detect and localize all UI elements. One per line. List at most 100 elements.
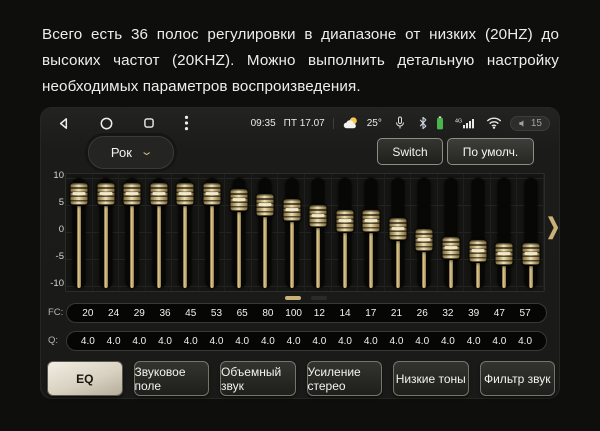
q-value: 4.0 (101, 336, 127, 347)
slider-fill (77, 194, 81, 288)
slider-thumb[interactable] (71, 183, 88, 205)
scale-label: 5 (42, 198, 64, 208)
slider-thumb[interactable] (416, 229, 433, 251)
date-text: ПТ 17.07 (284, 118, 325, 129)
q-value: 4.0 (152, 336, 178, 347)
slider-thumb[interactable] (124, 183, 141, 205)
eq-band-slider[interactable] (385, 174, 412, 291)
eq-band-slider[interactable] (146, 174, 173, 291)
tab-eq[interactable]: EQ (47, 361, 123, 396)
fc-value: 100 (281, 308, 307, 319)
eq-band-slider[interactable] (66, 174, 93, 291)
page-dot-inactive[interactable] (311, 296, 327, 300)
bottom-tab-bar: EQ Звуковое поле Объемный звук Усиление сте… (47, 361, 555, 396)
tab-усиление-стерео[interactable]: Усиление стерео (307, 361, 383, 396)
eq-band-slider[interactable] (464, 174, 491, 291)
slider-thumb[interactable] (97, 183, 114, 205)
fc-value: 20 (75, 308, 101, 319)
eq-band-slider[interactable] (358, 174, 385, 291)
default-button[interactable]: По умолч. (447, 138, 534, 165)
eq-band-slider[interactable] (93, 174, 120, 291)
slider-thumb[interactable] (150, 183, 167, 205)
wifi-icon (486, 117, 502, 129)
q-value: 4.0 (281, 336, 307, 347)
fc-value: 32 (435, 308, 461, 319)
q-label: Q: (48, 335, 58, 346)
eq-band-slider[interactable] (411, 174, 438, 291)
home-icon[interactable] (99, 116, 114, 131)
eq-band-slider[interactable] (119, 174, 146, 291)
eq-band-slider[interactable] (517, 174, 544, 291)
menu-dots-icon[interactable] (184, 115, 189, 131)
next-page-chevron-icon[interactable]: ❯ (546, 214, 560, 240)
slider-thumb[interactable] (336, 210, 353, 232)
fc-value: 53 (204, 308, 230, 319)
switch-button[interactable]: Switch (377, 138, 443, 165)
volume-indicator[interactable]: 15 (510, 116, 550, 131)
caption-text: Всего есть 36 полос регулировки в диапаз… (42, 22, 559, 99)
slider-thumb[interactable] (443, 237, 460, 259)
scale-label: -5 (42, 252, 64, 262)
fc-value: 47 (487, 308, 513, 319)
q-value: 4.0 (512, 336, 538, 347)
q-value: 4.0 (178, 336, 204, 347)
tab-звуковое-поле[interactable]: Звуковое поле (134, 361, 210, 396)
status-info: 09:35 ПТ 17.07 25° (251, 116, 560, 131)
eq-band-slider[interactable] (305, 174, 332, 291)
q-value: 4.0 (126, 336, 152, 347)
slider-thumb[interactable] (204, 183, 221, 205)
q-value: 4.0 (384, 336, 410, 347)
tab-низкие-тоны[interactable]: Низкие тоны (393, 361, 469, 396)
slider-thumb[interactable] (177, 183, 194, 205)
slider-thumb[interactable] (522, 243, 539, 265)
q-value: 4.0 (487, 336, 513, 347)
grid-line (543, 174, 544, 291)
eq-band-slider[interactable] (172, 174, 199, 291)
eq-band-slider[interactable] (332, 174, 359, 291)
chevron-down-icon: ⌄ (140, 147, 154, 158)
slider-fill (290, 210, 294, 288)
eq-slider-grid (65, 173, 545, 292)
fc-value: 17 (358, 308, 384, 319)
fc-value: 21 (384, 308, 410, 319)
q-value: 4.0 (75, 336, 101, 347)
q-value: 4.0 (229, 336, 255, 347)
tab-фильтр-звук[interactable]: Фильтр звук (480, 361, 556, 396)
preset-dropdown[interactable]: Рок ⌄ (88, 136, 174, 169)
slider-thumb[interactable] (283, 199, 300, 221)
tab-объемный-звук[interactable]: Объемный звук (220, 361, 296, 396)
slider-fill (210, 194, 214, 288)
slider-thumb[interactable] (257, 194, 274, 216)
temperature-text: 25° (367, 118, 382, 129)
fc-value: 26 (409, 308, 435, 319)
scale-label: 0 (42, 225, 64, 235)
slider-thumb[interactable] (496, 243, 513, 265)
recents-icon[interactable] (142, 116, 156, 130)
eq-band-slider[interactable] (252, 174, 279, 291)
eq-band-slider[interactable] (491, 174, 518, 291)
eq-band-slider[interactable] (278, 174, 305, 291)
page-dot-active[interactable] (285, 296, 301, 300)
q-values-pill: 4.04.04.04.04.04.04.04.04.04.04.04.04.04… (66, 331, 547, 351)
scale-label: 10 (42, 171, 64, 181)
slider-fill (104, 194, 108, 288)
q-value: 4.0 (409, 336, 435, 347)
back-icon[interactable] (56, 116, 71, 131)
fc-value: 12 (306, 308, 332, 319)
fc-value: 45 (178, 308, 204, 319)
slider-thumb[interactable] (310, 205, 327, 227)
q-value: 4.0 (332, 336, 358, 347)
slider-thumb[interactable] (363, 210, 380, 232)
eq-band-slider[interactable] (225, 174, 252, 291)
slider-fill (237, 200, 241, 288)
slider-thumb[interactable] (389, 218, 406, 240)
slider-thumb[interactable] (230, 189, 247, 211)
status-divider (333, 118, 334, 129)
slider-thumb[interactable] (469, 240, 486, 262)
eq-band-slider[interactable] (438, 174, 465, 291)
head-unit-screen: 09:35 ПТ 17.07 25° (40, 107, 560, 399)
battery-icon (436, 116, 444, 130)
fc-value: 24 (101, 308, 127, 319)
q-value: 4.0 (461, 336, 487, 347)
eq-band-slider[interactable] (199, 174, 226, 291)
